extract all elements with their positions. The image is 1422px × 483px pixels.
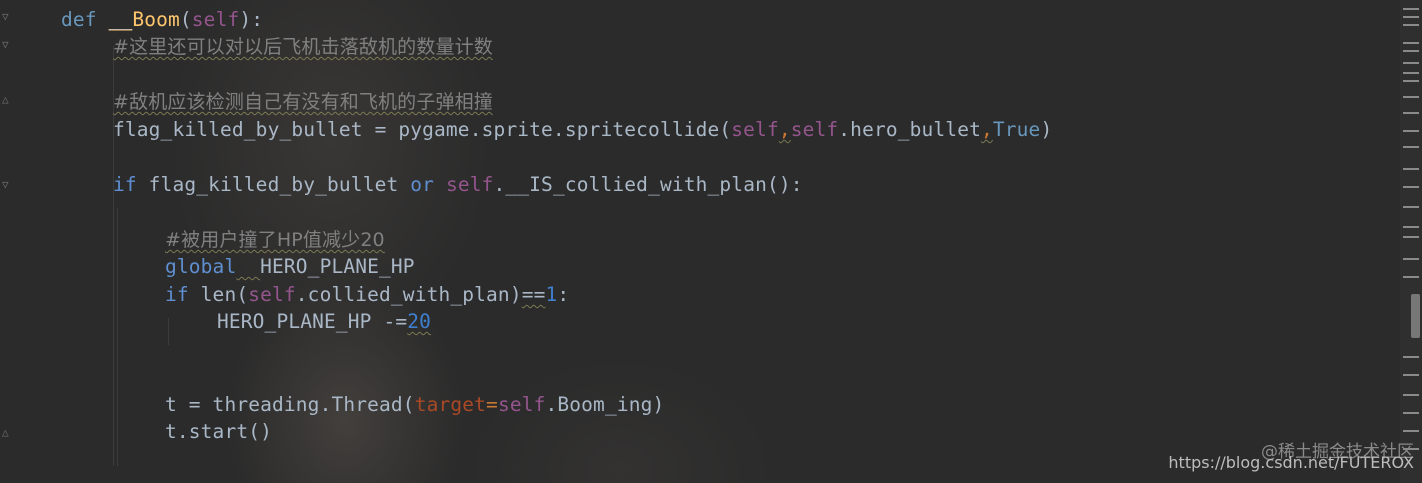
scroll-marker-icon — [1403, 130, 1419, 132]
code-line-if: if flag_killed_by_bullet or self.__IS_co… — [113, 171, 803, 198]
code-text: flag_killed_by_bullet = pygame.sprite.sp… — [113, 118, 732, 141]
keyword-argument: target — [414, 393, 487, 416]
keyword-def: def — [61, 8, 109, 31]
code-text: .Boom_ing) — [545, 393, 665, 416]
scroll-marker-icon — [1403, 412, 1419, 414]
code-line-decrement: HERO_PLANE_HP -=20 — [217, 308, 431, 335]
code-line-if-len: if len(self.collied_with_plan)==1: — [165, 281, 569, 308]
scroll-marker-icon — [1403, 276, 1419, 278]
scroll-marker-icon — [1403, 72, 1419, 74]
scroll-marker-icon — [1403, 112, 1419, 114]
code-line-global: global HERO_PLANE_HP — [165, 253, 415, 280]
true-keyword: True — [992, 118, 1041, 141]
paren-open: ( — [179, 8, 192, 31]
self-keyword: self — [790, 118, 839, 141]
scroll-marker-icon — [1403, 8, 1419, 10]
editor-scrollbar[interactable] — [1400, 0, 1422, 483]
scroll-marker-icon — [1403, 146, 1419, 148]
colon: : — [557, 283, 570, 306]
code-line-comment: #被用户撞了HP值减少20 — [165, 226, 385, 253]
self-param: self — [191, 8, 240, 31]
scroll-marker-icon — [1403, 258, 1419, 260]
indent-guide — [117, 208, 118, 466]
scroll-marker-icon — [1403, 80, 1419, 82]
code-text: .hero_bullet — [838, 118, 981, 141]
fold-marker-icon[interactable]: △ — [2, 94, 11, 105]
code-text: len( — [188, 283, 249, 306]
code-line-def: def __Boom(self): — [61, 6, 263, 33]
comment-text: #敌机应该检测自己有没有和飞机的子弹相撞 — [113, 91, 493, 113]
keyword-or: or — [410, 173, 435, 196]
number: 1 — [545, 283, 558, 306]
scroll-marker-icon — [1403, 226, 1419, 228]
code-text: .collied_with_plan) — [295, 283, 522, 306]
comma: , — [980, 118, 993, 141]
scroll-marker-icon — [1403, 62, 1419, 64]
code-text: .__IS_collied_with_plan(): — [493, 173, 803, 196]
comma: , — [778, 118, 791, 141]
scroll-marker-icon — [1403, 186, 1419, 188]
editor-gutter: ▽ ▽ △ ▽ △ — [0, 0, 40, 483]
self-keyword: self — [445, 173, 494, 196]
code-text: ) — [1040, 118, 1053, 141]
watermark-url: https://blog.csdn.net/FUTEROX — [1168, 453, 1414, 472]
self-keyword: self — [731, 118, 779, 141]
keyword-global: global — [165, 255, 237, 278]
scroll-marker-icon — [1403, 394, 1419, 396]
code-line-thread: t = threading.Thread(target=self.Boom_in… — [165, 391, 664, 418]
scroll-marker-icon — [1403, 24, 1419, 26]
self-keyword: self — [248, 283, 296, 306]
scroll-marker-icon — [1403, 50, 1419, 52]
comment-text: #被用户撞了HP值减少20 — [165, 229, 385, 251]
fold-marker-icon[interactable]: ▽ — [2, 179, 11, 190]
paren-close: ): — [239, 8, 264, 31]
fold-marker-icon[interactable]: ▽ — [2, 11, 11, 22]
scroll-marker-icon — [1403, 168, 1419, 170]
number: 20 — [407, 310, 432, 333]
code-line-start: t.start() — [165, 418, 272, 445]
comment-text: #这里还可以对以后飞机击落敌机的数量计数 — [113, 36, 493, 58]
code-text: flag_killed_by_bullet — [136, 173, 411, 196]
scroll-marker-icon — [1403, 430, 1419, 432]
scroll-marker-icon — [1403, 42, 1419, 44]
scroll-thumb[interactable] — [1411, 294, 1420, 338]
scroll-marker-icon — [1403, 374, 1419, 376]
code-line-comment: #敌机应该检测自己有没有和飞机的子弹相撞 — [113, 88, 493, 115]
code-line-comment: #这里还可以对以后飞机击落敌机的数量计数 — [113, 33, 493, 60]
keyword-if: if — [113, 173, 137, 196]
code-text: t = threading.Thread( — [165, 393, 415, 416]
function-name-prefix: __ — [108, 8, 133, 31]
code-text: t.start() — [165, 420, 273, 443]
code-line-collide: flag_killed_by_bullet = pygame.sprite.sp… — [113, 116, 1052, 143]
keyword-if: if — [165, 283, 189, 306]
scroll-marker-icon — [1403, 96, 1419, 98]
function-name: Boom — [132, 8, 180, 31]
fold-marker-icon[interactable]: ▽ — [2, 39, 11, 50]
code-text: HERO_PLANE_HP -= — [217, 310, 408, 333]
indent-guide — [168, 318, 169, 345]
operator: = — [486, 393, 498, 416]
operator: == — [521, 283, 546, 306]
watermark: @稀土掘金技术社区 https://blog.csdn.net/FUTEROX — [1168, 442, 1414, 473]
scroll-marker-icon — [1403, 16, 1419, 18]
self-keyword: self — [497, 393, 546, 416]
scroll-marker-icon — [1403, 206, 1419, 208]
scroll-marker-icon — [1403, 236, 1419, 238]
scroll-marker-icon — [1403, 356, 1419, 358]
fold-marker-icon[interactable]: △ — [2, 427, 11, 438]
variable-name: HERO_PLANE_HP — [260, 255, 415, 278]
